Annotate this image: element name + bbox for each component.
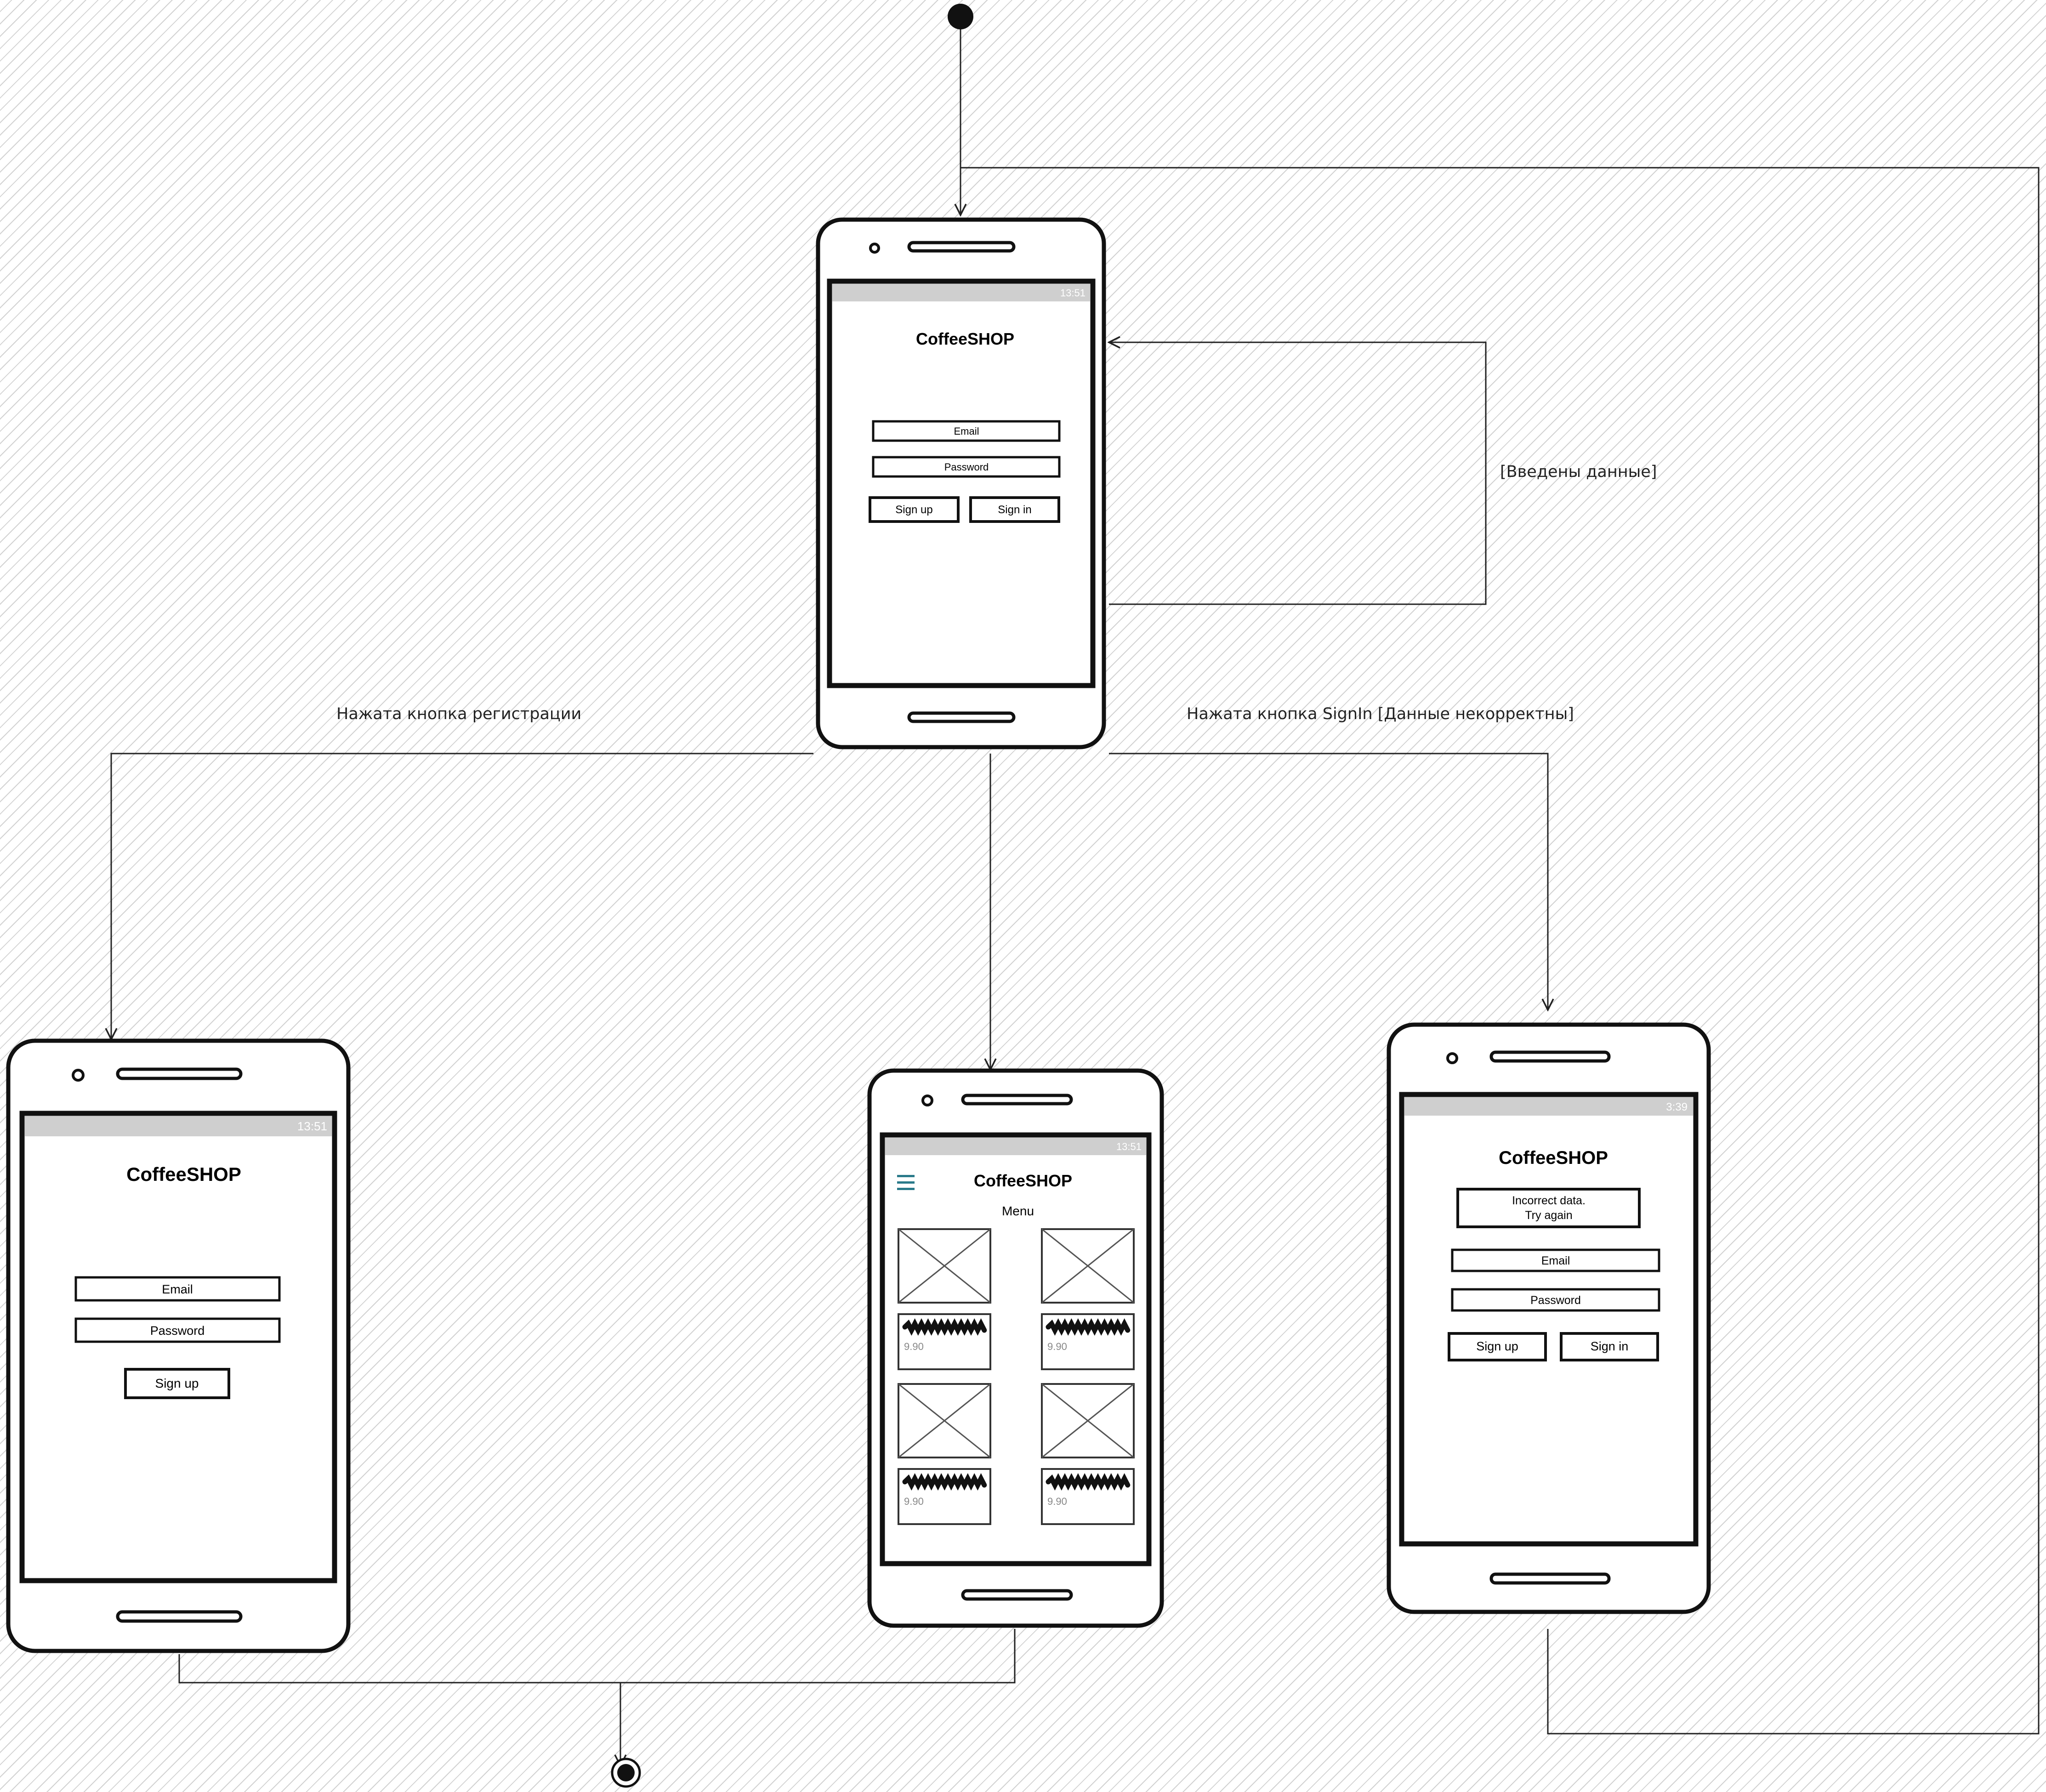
item-price: 9.90: [904, 1496, 924, 1507]
final-state-node: [611, 1758, 641, 1788]
status-bar: [832, 284, 1090, 301]
camera-icon: [869, 243, 880, 254]
sign-up-label: Sign up: [895, 504, 932, 516]
sign-up-label: Sign up: [155, 1376, 199, 1390]
connector-register-to-end: [178, 1654, 620, 1766]
status-time: 3:39: [1666, 1101, 1688, 1113]
sign-in-label: Sign in: [998, 504, 1031, 516]
item-price: 9.90: [904, 1341, 924, 1352]
phone-menu: 13:51 CoffeeSHOP Menu 9.90 9.90 9.90 9.90: [867, 1068, 1164, 1628]
home-bar: [1489, 1572, 1611, 1585]
phone-register: 13:51 CoffeeSHOP Email Password Sign up: [6, 1038, 351, 1653]
hamburger-icon[interactable]: [897, 1175, 915, 1190]
camera-icon: [921, 1094, 933, 1106]
speaker-grille: [1489, 1050, 1611, 1063]
speaker-grille: [116, 1067, 243, 1080]
phone-login: 13:51 CoffeeSHOP Email Password Sign up …: [816, 217, 1106, 749]
status-time: 13:51: [297, 1119, 327, 1133]
email-placeholder: Email: [1541, 1254, 1570, 1267]
status-time: 13:51: [1060, 287, 1086, 299]
item-name-scribble: [902, 1473, 987, 1491]
connector-self-loop: [1109, 342, 1487, 605]
sign-in-label: Sign in: [1591, 1339, 1629, 1353]
speaker-grille: [907, 241, 1016, 253]
connector-to-error: [1109, 753, 1548, 1010]
app-title: CoffeeSHOP: [916, 329, 1014, 348]
app-title: CoffeeSHOP: [1499, 1148, 1608, 1168]
camera-icon: [1446, 1052, 1458, 1064]
status-bar: [885, 1138, 1146, 1155]
image-placeholder-icon: [898, 1383, 991, 1458]
app-title: CoffeeSHOP: [974, 1171, 1072, 1190]
status-time: 13:51: [1116, 1141, 1142, 1152]
image-placeholder-icon: [1041, 1228, 1135, 1304]
image-placeholder-icon: [898, 1228, 991, 1304]
phone-error: 3:39 CoffeeSHOP Incorrect data. Try agai…: [1387, 1022, 1711, 1614]
state-diagram-canvas: [Введены данные] Нажата кнопка регистрац…: [6, 4, 2040, 1788]
email-placeholder: Email: [162, 1282, 193, 1296]
password-placeholder: Password: [1530, 1294, 1581, 1307]
error-message-line2: Try again: [1525, 1209, 1572, 1222]
status-bar: [25, 1116, 332, 1136]
item-price: 9.90: [1047, 1341, 1067, 1352]
home-bar: [907, 711, 1016, 723]
menu-subtitle: Menu: [1002, 1204, 1034, 1218]
label-register-pressed: Нажата кнопка регистрации: [336, 705, 581, 723]
item-name-scribble: [1046, 1318, 1131, 1336]
connector-to-register: [111, 753, 813, 1039]
app-title: CoffeeSHOP: [126, 1163, 241, 1185]
label-data-entered: [Введены данные]: [1500, 463, 1657, 481]
error-message-line1: Incorrect data.: [1512, 1194, 1586, 1207]
image-placeholder-icon: [1041, 1383, 1135, 1458]
status-bar: [1404, 1097, 1693, 1116]
password-placeholder: Password: [150, 1324, 205, 1338]
menu-item-card[interactable]: 9.90: [898, 1383, 991, 1525]
menu-item-card[interactable]: 9.90: [1041, 1383, 1135, 1525]
label-signin-incorrect: Нажата кнопка SignIn [Данные некорректны…: [1187, 705, 1574, 723]
menu-item-card[interactable]: 9.90: [1041, 1228, 1135, 1370]
item-name-scribble: [902, 1318, 987, 1336]
item-name-scribble: [1046, 1473, 1131, 1491]
sign-up-label: Sign up: [1476, 1339, 1518, 1353]
camera-icon: [72, 1069, 85, 1082]
home-bar: [116, 1610, 243, 1623]
password-placeholder: Password: [944, 461, 989, 473]
connector-menu-to-end: [620, 1629, 1016, 1684]
item-price: 9.90: [1047, 1496, 1067, 1507]
menu-item-card[interactable]: 9.90: [898, 1228, 991, 1370]
home-bar: [961, 1589, 1073, 1601]
initial-state-node: [948, 4, 973, 29]
speaker-grille: [961, 1094, 1073, 1106]
email-placeholder: Email: [954, 425, 979, 437]
